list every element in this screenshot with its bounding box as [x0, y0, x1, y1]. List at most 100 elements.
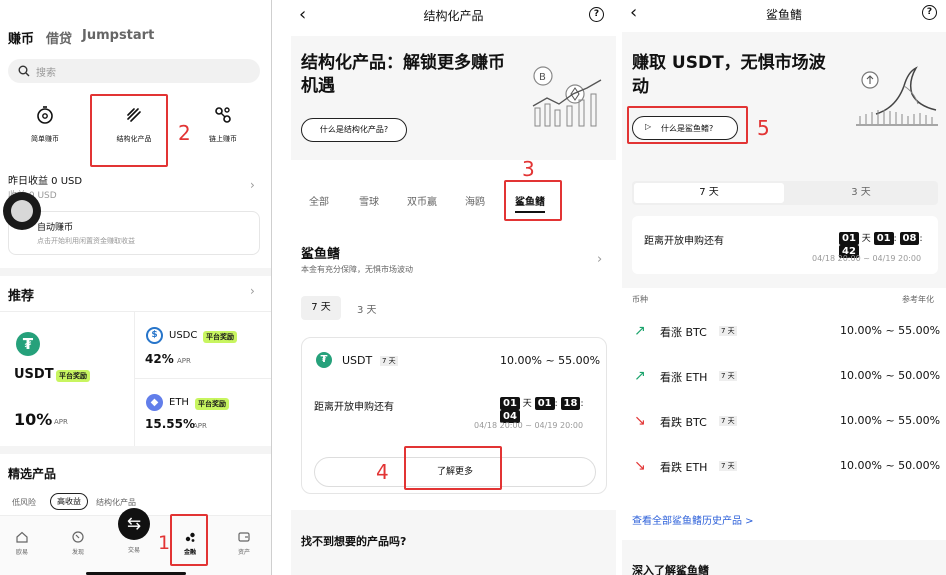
nav-home[interactable]: 欧易 [8, 528, 36, 556]
tether-icon: ₮ [316, 352, 332, 368]
compass-icon [72, 531, 84, 543]
annotation-box-5 [627, 106, 748, 144]
what-is-structured-button[interactable]: 什么是结构化产品? [301, 118, 407, 142]
home-icon [16, 531, 28, 543]
column-coin: 币种 [632, 295, 648, 304]
section-desc: 本金有充分保障，无惧市场波动 [301, 265, 413, 274]
apr-unit: APR [193, 422, 207, 430]
duration-7d[interactable]: 7 天 [634, 183, 784, 203]
countdown-days: 01 [500, 397, 520, 410]
tab-earn[interactable]: 赚币 [8, 28, 34, 47]
annotation-1: 1 [158, 532, 171, 554]
annotation-3: 3 [522, 157, 535, 181]
tether-icon: ₮ [16, 332, 40, 356]
category-onchain[interactable]: 链上赚币 [198, 104, 248, 144]
nav-assets[interactable]: 资产 [230, 528, 258, 556]
filter-high-yield[interactable]: 高收益 [50, 493, 88, 510]
auto-earn-desc: 点击开始利用闲置资金赚取收益 [37, 237, 135, 245]
days-badge: 7 天 [719, 416, 737, 426]
countdown-hours: 01 [534, 397, 555, 410]
help-icon[interactable]: ? [922, 5, 937, 20]
wallet-icon [238, 532, 250, 542]
column-rate: 参考年化 [902, 295, 934, 304]
reward-badge: 平台奖励 [56, 370, 90, 382]
tab-all[interactable]: 全部 [309, 193, 329, 208]
chevron-right-icon[interactable]: › [250, 178, 255, 192]
shark-fin-illustration-icon [856, 66, 938, 126]
date-range: 04/18 20:00 ~ 04/19 20:00 [474, 421, 584, 430]
page-title: 结构化产品 [423, 9, 484, 23]
coin-symbol: USDC [169, 330, 198, 341]
search-placeholder: 搜索 [36, 68, 56, 79]
days-badge: 7 天 [719, 326, 737, 336]
annotation-box-1 [170, 514, 208, 566]
eth-icon: ◆ [146, 394, 163, 411]
product-name: 看跌 BTC [660, 416, 707, 429]
apr-unit: APR [54, 418, 68, 426]
hero-title: 赚取 USDT，无惧市场波动 [632, 53, 826, 97]
nav-discover[interactable]: 发现 [64, 528, 92, 556]
tab-seagull[interactable]: 海鸥 [465, 193, 485, 208]
countdown-days: 01 [839, 232, 859, 245]
auto-earn-card[interactable]: 自动赚币 点击开始利用闲置资金赚取收益 [8, 211, 260, 255]
tab-loan[interactable]: 借贷 [46, 28, 72, 47]
arrow-down-icon: ↘ [634, 458, 646, 474]
countdown-label: 距离开放申购还有 [644, 236, 724, 247]
nav-label: 发现 [71, 549, 84, 556]
hero-title: 结构化产品：解锁更多赚币机遇 [301, 53, 505, 96]
chevron-right-icon[interactable]: › [250, 284, 255, 298]
tab-dual-currency[interactable]: 双币赢 [407, 193, 437, 208]
floating-assist-button[interactable] [3, 192, 41, 230]
coin-symbol: ETH [169, 397, 189, 408]
nav-label: 资产 [237, 549, 250, 556]
history-link[interactable]: 查看全部鲨鱼鳍历史产品 > [632, 512, 754, 527]
trade-swap-icon[interactable]: ⇆ [118, 508, 150, 540]
countdown-timer: 01 天 01: 18: 04 [500, 396, 606, 423]
days-badge: 7 天 [719, 461, 737, 471]
tab-jumpstart[interactable]: Jumpstart [82, 28, 154, 43]
chain-icon [215, 107, 231, 123]
annotation-box-4 [404, 446, 502, 490]
product-name: 看涨 BTC [660, 326, 707, 339]
filter-structured[interactable]: 结构化产品 [96, 497, 136, 508]
arrow-up-icon: ↗ [634, 323, 646, 339]
chart-illustration-icon: B [532, 66, 602, 127]
rate-range: 10.00% ~ 55.00% [500, 354, 601, 367]
days-badge: 7 天 [719, 371, 737, 381]
category-simple-earn[interactable]: 简单赚币 [20, 104, 70, 144]
annotation-box-2 [90, 94, 168, 167]
coin-symbol: USDT [342, 354, 373, 367]
duration-3d[interactable]: 3 天 [357, 301, 377, 316]
rate-range: 10.00% ~ 50.00% [840, 459, 941, 472]
apr-value: 15.55% [145, 417, 195, 431]
structured-products-screen: ‹ 结构化产品 ? 结构化产品：解锁更多赚币机遇 什么是结构化产品? B 全部 … [291, 0, 616, 575]
button-label: 什么是结构化产品? [319, 125, 389, 134]
product-row[interactable]: ↗ 看涨 BTC 7 天 10.00% ~ 55.00% [622, 316, 946, 356]
tab-snowball[interactable]: 雪球 [359, 193, 379, 208]
usdc-icon: $ [146, 327, 163, 344]
days-badge: 7 天 [380, 356, 398, 366]
apr-value: 42% [145, 352, 174, 366]
countdown-minutes: 08 [899, 232, 920, 245]
days-unit: 天 [522, 399, 532, 409]
category-label: 链上赚币 [209, 135, 237, 143]
annotation-2: 2 [178, 121, 191, 145]
recommend-usdc[interactable]: $ USDC 平台奖励 42% APR [135, 312, 272, 378]
product-row[interactable]: ↘ 看跌 ETH 7 天 10.00% ~ 50.00% [622, 451, 946, 491]
recommend-eth[interactable]: ◆ ETH 平台奖励 15.55% APR [135, 379, 272, 445]
reward-badge: 平台奖励 [203, 331, 237, 343]
nav-trade-label: 交易 [127, 547, 140, 554]
product-row[interactable]: ↗ 看涨 ETH 7 天 10.00% ~ 50.00% [622, 361, 946, 401]
filter-low-risk[interactable]: 低风险 [12, 497, 36, 508]
search-bar[interactable]: 搜索 [8, 59, 260, 83]
chevron-right-icon[interactable]: › [597, 252, 602, 267]
rate-range: 10.00% ~ 55.00% [840, 414, 941, 427]
recommend-usdt[interactable]: ₮ USDT 平台奖励 10% APR [0, 312, 134, 446]
duration-3d[interactable]: 3 天 [786, 183, 936, 203]
shark-fin-screen: ‹ 鲨鱼鳍 ? 赚取 USDT，无惧市场波动 ▷ 什么是鲨鱼鳍? 5 7 天 3… [622, 0, 946, 575]
help-icon[interactable]: ? [589, 7, 604, 22]
product-row[interactable]: ↘ 看跌 BTC 7 天 10.00% ~ 55.00% [622, 406, 946, 446]
apr-value: 10% [14, 410, 53, 429]
section-title: 鲨鱼鳍 [301, 247, 341, 262]
duration-7d[interactable]: 7 天 [301, 296, 341, 320]
